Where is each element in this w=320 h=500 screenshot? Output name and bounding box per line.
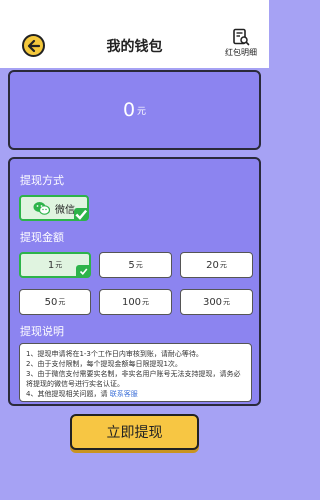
note-line-3: 3、由于微信支付需要实名制，非实名用户账号无法支持提现，请务必将提现的微信号进行…	[26, 370, 241, 388]
selected-check-badge	[76, 265, 90, 277]
method-section-label: 提现方式	[20, 174, 64, 187]
amount-section-label: 提现金额	[20, 231, 64, 244]
amount-value: 1	[47, 259, 55, 271]
check-icon	[75, 209, 88, 220]
amount-option-5[interactable]: 5元	[99, 252, 172, 278]
balance-unit: 元	[137, 106, 147, 117]
red-packet-detail-button[interactable]: 红包明细	[219, 28, 263, 58]
amount-unit: 元	[223, 298, 231, 306]
header: 我的钱包 红包明细	[0, 0, 269, 68]
receipt-search-icon	[233, 28, 250, 46]
selected-check-badge	[74, 208, 88, 220]
note-line-4: 4、其他提现相关问题，请 联系客服	[26, 389, 245, 399]
contact-support-link[interactable]: 联系客服	[110, 390, 138, 398]
amount-option-300[interactable]: 300 元	[180, 289, 253, 315]
withdraw-now-button[interactable]: 立即提现	[70, 414, 199, 450]
check-icon	[79, 267, 87, 275]
note-line-1: 1、提现申请将在1-3个工作日内审核到账，请耐心等待。	[26, 350, 203, 358]
wechat-icon	[33, 201, 50, 215]
amount-unit: 元	[55, 261, 63, 269]
amount-value: 20	[206, 259, 219, 271]
amount-option-1[interactable]: 1元	[19, 252, 91, 278]
wechat-label: 微信	[55, 204, 75, 216]
amount-value: 100	[121, 296, 142, 308]
withdraw-notes: 1、提现申请将在1-3个工作日内审核到账，请耐心等待。 2、由于支付限制，每个提…	[19, 343, 252, 402]
amount-value: 5	[128, 259, 135, 271]
amount-unit: 元	[219, 261, 227, 269]
note-line-4-text: 4、其他提现相关问题，请	[26, 390, 108, 398]
note-line-2: 2、由于支付限制，每个提现金额每日限提现1次。	[26, 360, 182, 368]
notes-section-label: 提现说明	[20, 325, 64, 338]
amount-option-20[interactable]: 20 元	[180, 252, 253, 278]
amount-option-100[interactable]: 100 元	[99, 289, 172, 315]
wechat-method-option[interactable]: 微信	[19, 195, 89, 221]
detail-label: 红包明细	[225, 48, 257, 57]
amount-value: 50	[44, 296, 58, 308]
amount-option-50[interactable]: 50 元	[19, 289, 91, 315]
balance-card: 0 元	[8, 70, 261, 150]
amount-unit: 元	[135, 261, 143, 269]
amount-unit: 元	[58, 298, 66, 306]
withdraw-panel: 提现方式 微信 提现金额 1元 5元 20 元 50 元 100 元 300 元…	[8, 157, 261, 406]
amount-value: 300	[202, 296, 223, 308]
amount-unit: 元	[142, 298, 150, 306]
balance-amount: 0	[122, 99, 136, 121]
